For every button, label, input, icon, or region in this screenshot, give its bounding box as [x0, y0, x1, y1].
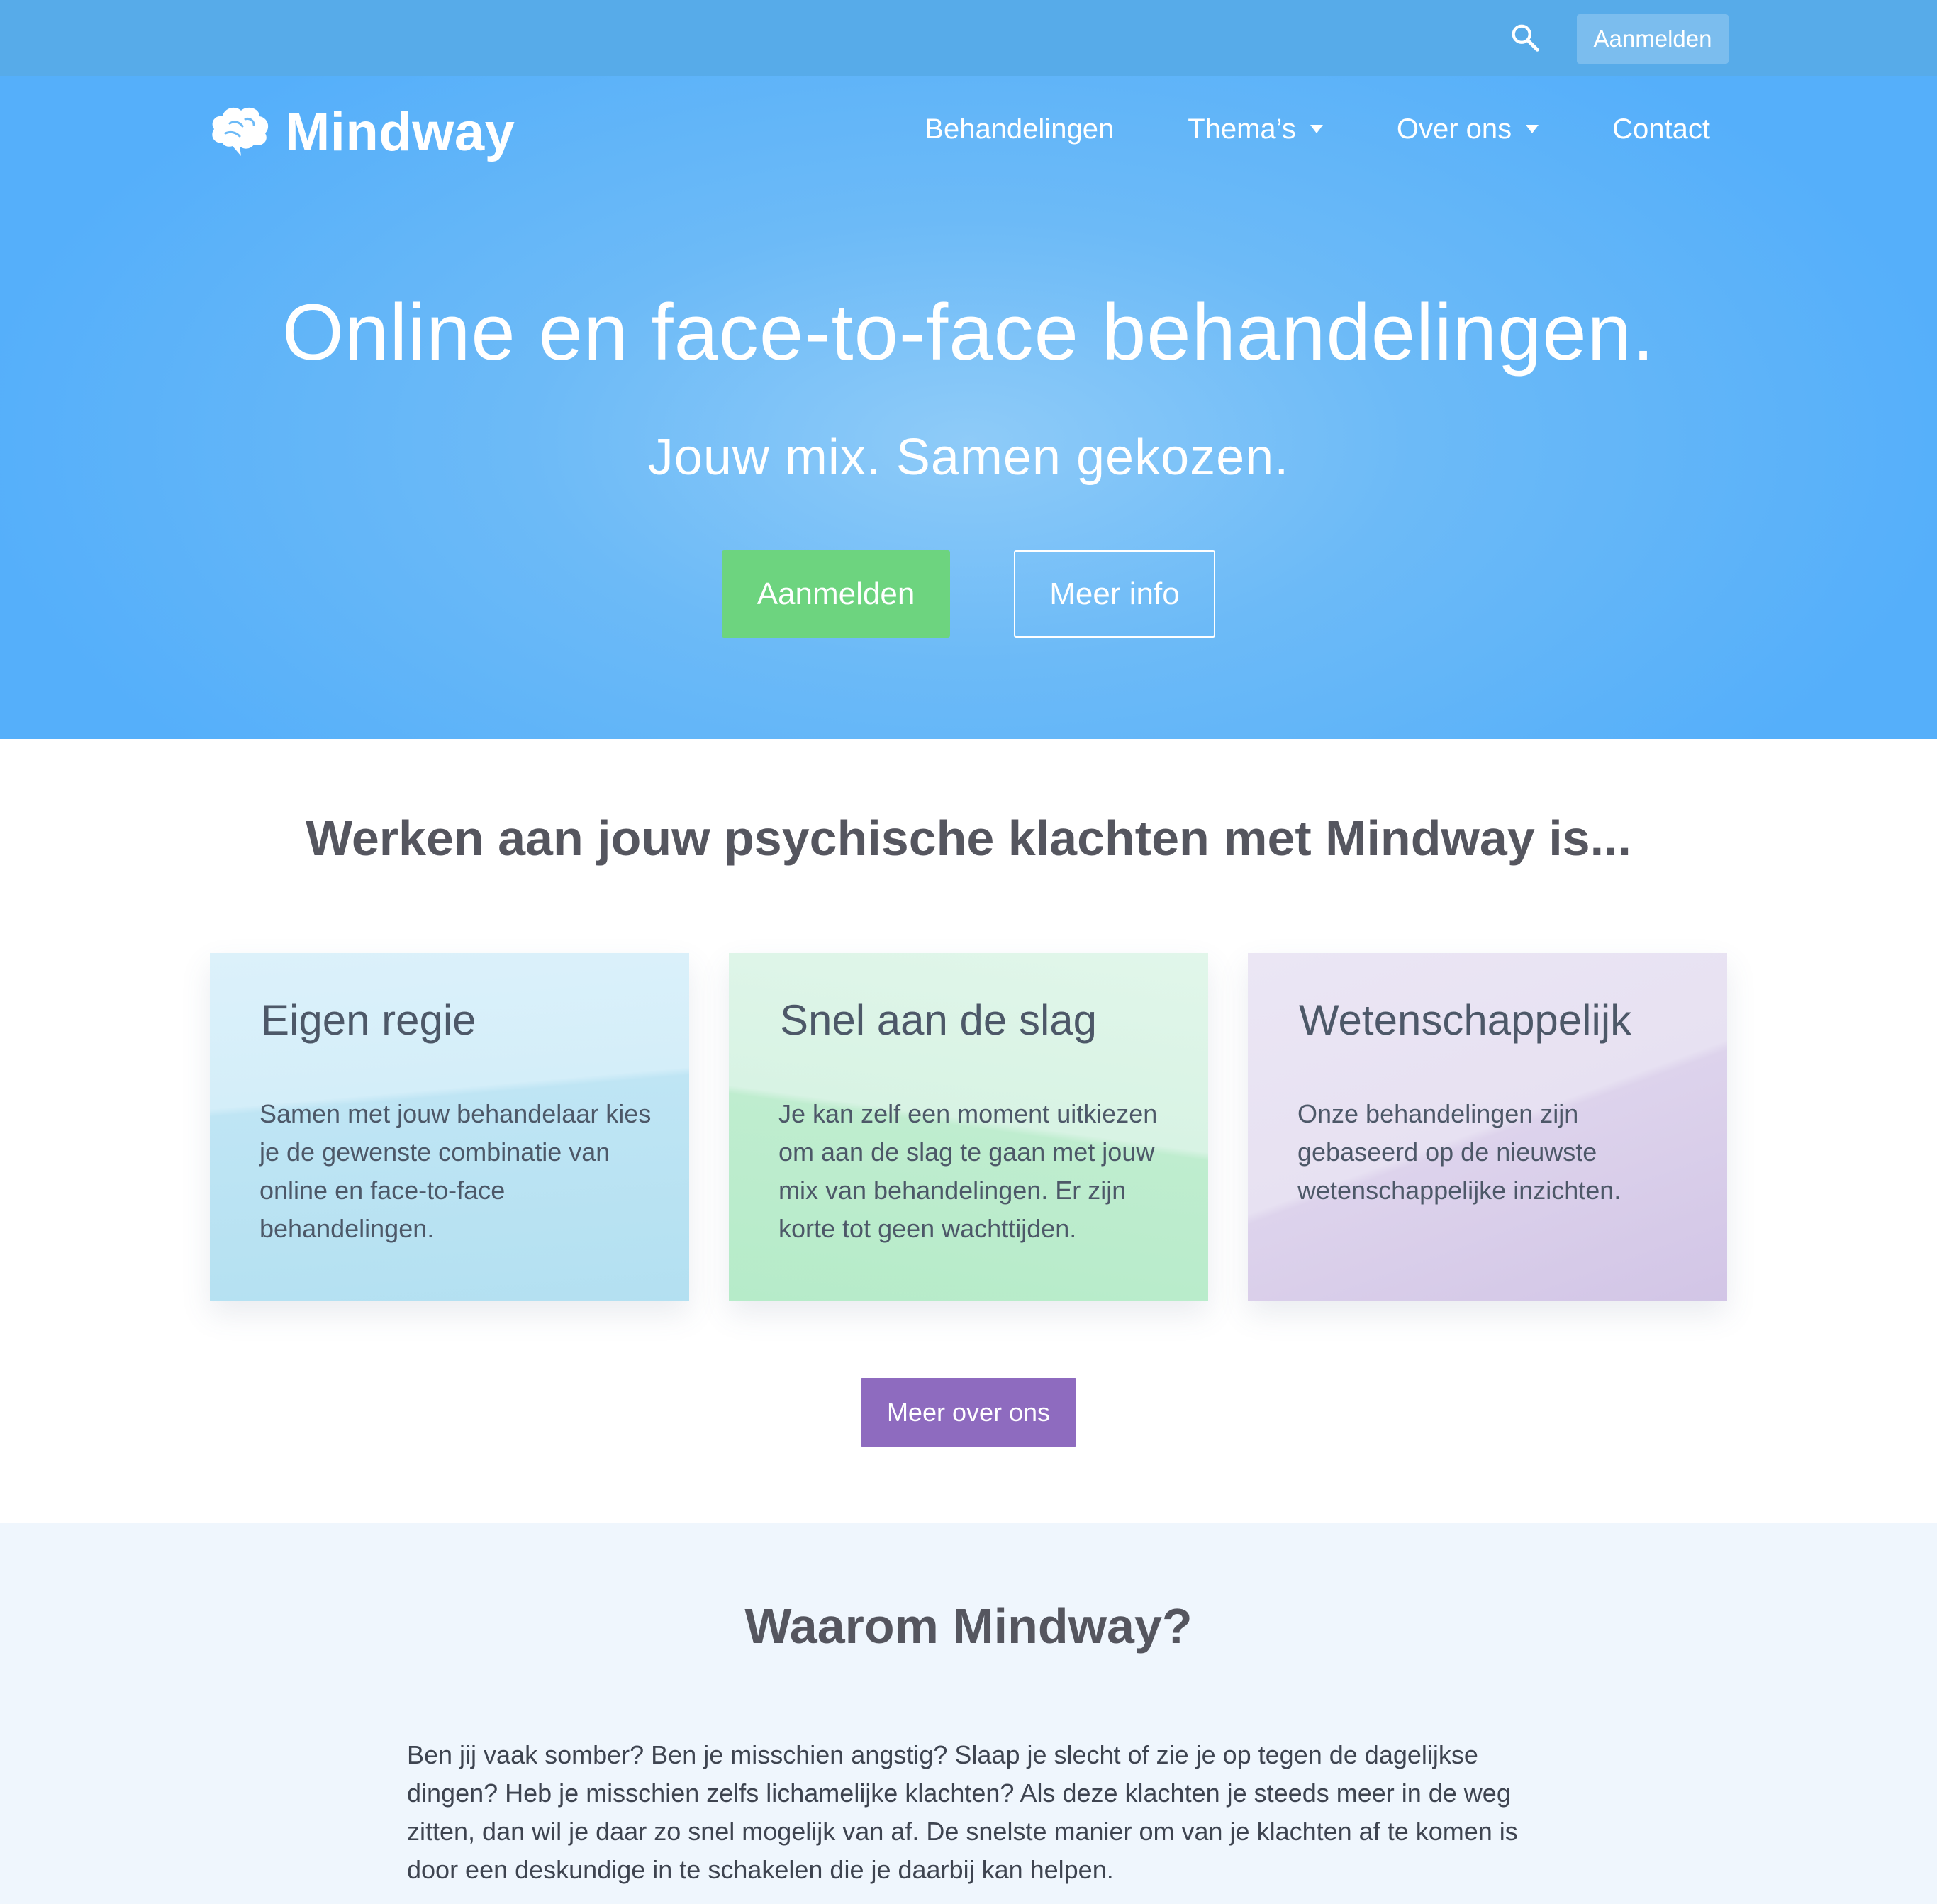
more-about-us-button[interactable]: Meer over ons	[861, 1378, 1076, 1447]
card-title: Eigen regie	[261, 996, 476, 1044]
hero-section: Mindway Behandelingen Thema’s Over ons C…	[0, 76, 1937, 739]
nav-item-label: Behandelingen	[925, 113, 1115, 145]
card-text: Onze behandelingen zijn gebaseerd op de …	[1297, 1099, 1621, 1205]
hero-subtitle: Jouw mix. Samen gekozen.	[647, 429, 1290, 486]
card-title: Snel aan de slag	[780, 996, 1098, 1044]
nav-item-themas[interactable]: Thema’s	[1188, 104, 1323, 154]
chevron-down-icon	[1310, 125, 1323, 133]
signup-button[interactable]: Aanmelden	[722, 550, 950, 638]
card-text: Samen met jouw behandelaar kies je de ge…	[259, 1099, 652, 1243]
nav-item-label: Over ons	[1396, 113, 1512, 145]
why-text: Ben jij vaak somber? Ben je misschien an…	[407, 1740, 1518, 1884]
why-section: Waarom Mindway? Ben jij vaak somber? Ben…	[0, 1523, 1937, 1904]
search-icon[interactable]	[1509, 21, 1541, 54]
why-title: Waarom Mindway?	[744, 1598, 1193, 1654]
hero-title: Online en face-to-face behandelingen.	[281, 288, 1656, 377]
nav-item-label: Thema’s	[1188, 113, 1296, 145]
card-text: Je kan zelf een moment uitkiezen om aan …	[778, 1099, 1158, 1243]
more-info-button[interactable]: Meer info	[1014, 550, 1215, 638]
nav-item-label: Contact	[1612, 113, 1710, 145]
feature-card-snel-aan-de-slag: Snel aan de slag Je kan zelf een moment …	[729, 953, 1208, 1301]
top-signup-button[interactable]: Aanmelden	[1577, 14, 1729, 64]
nav-item-behandelingen[interactable]: Behandelingen	[925, 104, 1114, 154]
main-nav: Behandelingen Thema’s Over ons Contact	[925, 104, 1710, 154]
utility-bar: Aanmelden	[0, 0, 1937, 76]
nav-item-over-ons[interactable]: Over ons	[1397, 104, 1539, 154]
logo[interactable]: Mindway	[208, 93, 515, 171]
logo-text: Mindway	[285, 101, 515, 162]
nav-item-contact[interactable]: Contact	[1612, 104, 1710, 154]
feature-card-eigen-regie: Eigen regie Samen met jouw behandelaar k…	[210, 953, 689, 1301]
card-title: Wetenschappelijk	[1299, 996, 1632, 1044]
brain-icon	[208, 102, 271, 162]
feature-card-wetenschappelijk: Wetenschappelijk Onze behandelingen zijn…	[1248, 953, 1727, 1301]
chevron-down-icon	[1526, 125, 1539, 133]
features-title: Werken aan jouw psychische klachten met …	[306, 811, 1631, 866]
